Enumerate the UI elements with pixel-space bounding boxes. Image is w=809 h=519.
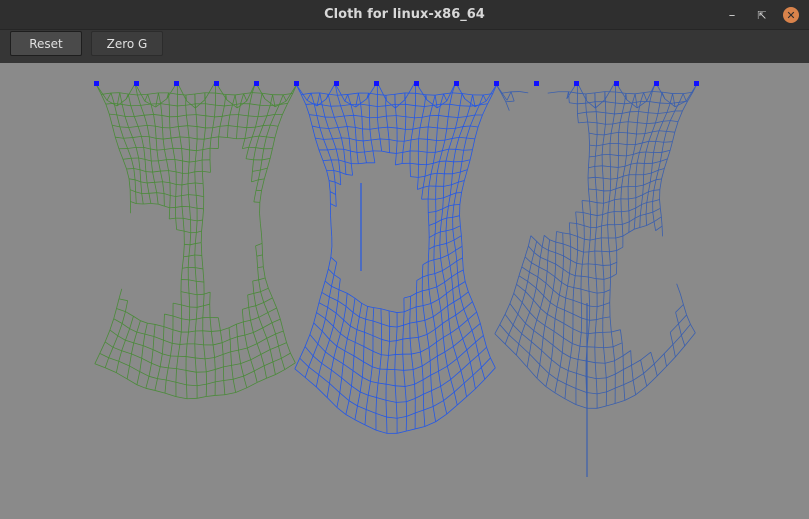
pin-point[interactable]: [214, 81, 219, 86]
title-bar[interactable]: Cloth for linux-x86_64 – ⇱ ✕: [0, 0, 809, 30]
pin-point[interactable]: [294, 81, 299, 86]
steel-blue-cloth: [494, 81, 698, 409]
restore-icon: ⇱: [757, 8, 767, 22]
restore-button[interactable]: ⇱: [752, 5, 772, 25]
pin-point[interactable]: [134, 81, 139, 86]
close-button[interactable]: ✕: [781, 5, 801, 25]
pin-point[interactable]: [174, 81, 179, 86]
pin-point[interactable]: [694, 81, 699, 86]
pin-point[interactable]: [614, 81, 619, 86]
green-cloth: [94, 81, 298, 400]
pin-point[interactable]: [414, 81, 419, 86]
pin-point[interactable]: [654, 81, 659, 86]
zero-g-button[interactable]: Zero G: [91, 31, 163, 56]
pin-point[interactable]: [534, 81, 539, 86]
app-window: Cloth for linux-x86_64 – ⇱ ✕ Reset Zero …: [0, 0, 809, 519]
pin-point[interactable]: [374, 81, 379, 86]
pin-point[interactable]: [494, 81, 499, 86]
simulation-canvas[interactable]: [0, 63, 809, 519]
pin-point[interactable]: [334, 81, 339, 86]
pin-point[interactable]: [254, 81, 259, 86]
reset-button[interactable]: Reset: [10, 31, 82, 56]
minimize-button[interactable]: –: [722, 5, 742, 25]
pin-point[interactable]: [94, 81, 99, 86]
minimize-icon: –: [728, 7, 736, 23]
close-icon: ✕: [783, 7, 799, 23]
window-title: Cloth for linux-x86_64: [324, 7, 485, 22]
blue-cloth: [294, 81, 498, 434]
cloth-scene: [94, 81, 699, 477]
pin-point[interactable]: [454, 81, 459, 86]
pin-point[interactable]: [574, 81, 579, 86]
